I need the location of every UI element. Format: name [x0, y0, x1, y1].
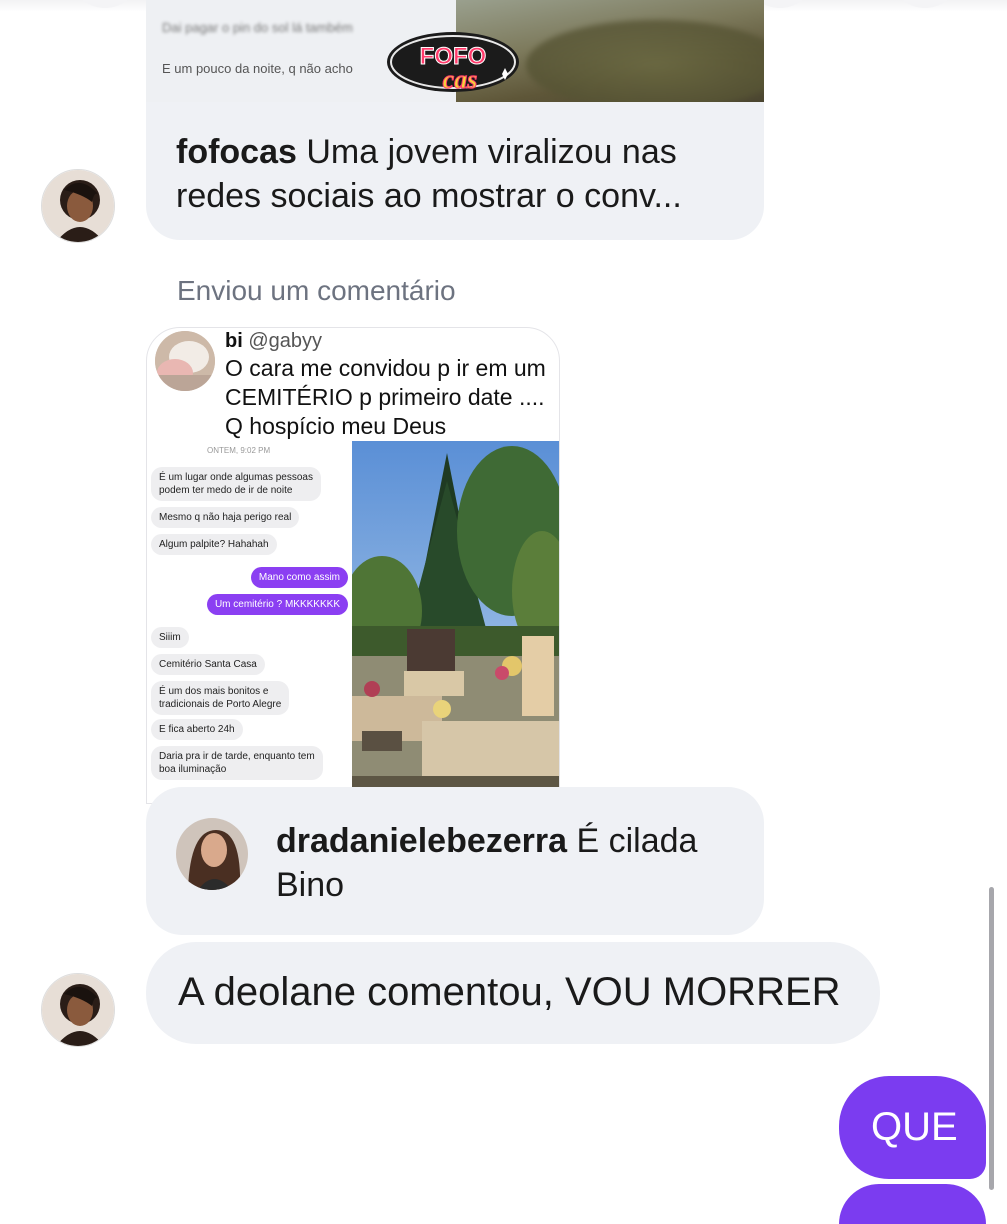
tweet-avatar: [155, 331, 215, 391]
photo-foliage: [526, 20, 764, 102]
chat-bubble-sent: Mano como assim: [250, 567, 348, 588]
tweet-text: O cara me convidou p ir em um CEMITÉRIO …: [225, 355, 546, 439]
post-preview-line: Dai pagar o pin do sol lá também: [162, 20, 353, 35]
chat-bubble-sent: Um cemitério ? MKKKKKKK: [206, 594, 348, 615]
sender-avatar[interactable]: [41, 169, 115, 243]
sender-avatar[interactable]: [41, 973, 115, 1047]
sent-message-partial[interactable]: [839, 1184, 986, 1224]
sent-comment-label: Enviou um comentário: [177, 275, 456, 306]
chat-bubble-received: E fica aberto 24h: [151, 719, 243, 740]
caption-account: fofocas: [176, 133, 297, 171]
tweet-author: bi @gabyy: [225, 330, 322, 353]
tweet-screenshot[interactable]: bi @gabyy O cara me convidou p ir em um …: [146, 327, 560, 804]
tweet-chat-screenshot: ONTEM, 9:02 PM É um lugar onde algumas p…: [147, 441, 352, 803]
scrollbar[interactable]: [989, 887, 994, 1190]
svg-text:cas: cas: [443, 65, 478, 94]
cemetery-photo: [352, 441, 559, 788]
post-preview-line: E um pouco da noite, q não acho: [162, 61, 353, 76]
shared-post-image[interactable]: Dai pagar o pin do sol lá também E um po…: [146, 0, 764, 102]
reply-avatar: [176, 818, 248, 890]
shared-post-caption[interactable]: fofocas Uma jovem viralizou nas redes so…: [146, 102, 764, 240]
received-message[interactable]: A deolane comentou, VOU MORRER: [146, 942, 880, 1044]
sent-message[interactable]: QUE: [839, 1076, 986, 1179]
tweet-handle: @gabyy: [248, 330, 323, 352]
chat-bubble-received: Siiim: [151, 627, 189, 648]
chat-bubble-received: Algum palpite? Hahahah: [151, 534, 277, 555]
tweet-name: bi: [225, 330, 243, 352]
chat-timestamp: ONTEM, 9:02 PM: [207, 446, 271, 455]
fofocas-logo: FOFO cas: [384, 24, 522, 96]
chat-bubble-received: Mesmo q não haja perigo real: [151, 507, 300, 528]
reply-account: dradanielebezerra: [276, 822, 568, 860]
chat-bubble-received: É um dos mais bonitos e tradicionais de P…: [151, 681, 290, 715]
chat-bubble-received: É um lugar onde algumas pessoas podem ter…: [151, 467, 321, 501]
chat-bubble-received: Daria pra ir de tarde, enquanto tem boa i…: [151, 746, 323, 780]
chat-bubble-received: Cemitério Santa Casa: [151, 654, 265, 675]
